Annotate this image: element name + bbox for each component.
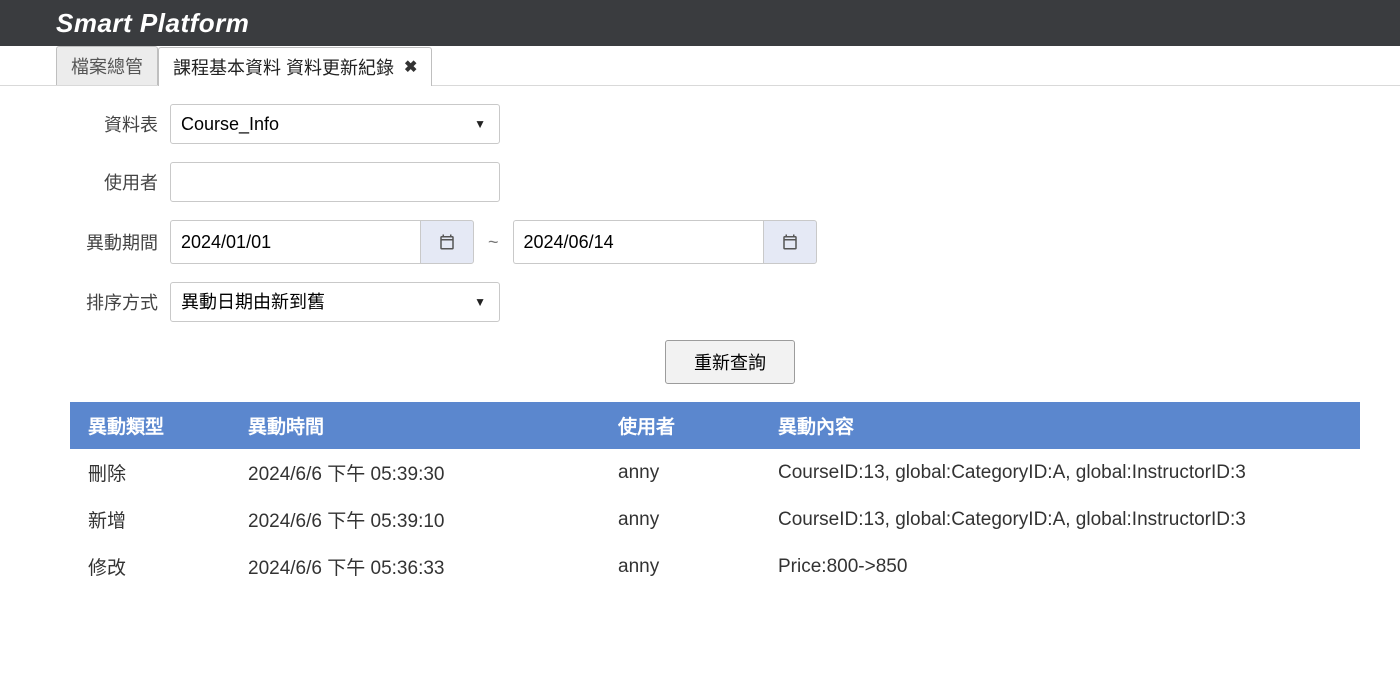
cell-user: anny (600, 449, 760, 496)
header-bar: Smart Platform (0, 0, 1400, 46)
date-to-picker-button[interactable] (763, 220, 817, 264)
select-table[interactable]: Course_Info (170, 104, 500, 144)
select-sort[interactable]: 異動日期由新到舊 (170, 282, 500, 322)
filter-form: 資料表 Course_Info 使用者 異動期間 ~ (0, 86, 1400, 384)
date-range: ~ (170, 220, 817, 264)
col-user: 使用者 (600, 402, 760, 449)
tab-course-update-log[interactable]: 課程基本資料 資料更新紀錄 ✖ (158, 47, 432, 86)
label-table: 資料表 (60, 111, 170, 137)
tab-bar: 檔案總管 課程基本資料 資料更新紀錄 ✖ (0, 46, 1400, 86)
col-change-time: 異動時間 (230, 402, 600, 449)
label-user: 使用者 (60, 169, 170, 195)
label-period: 異動期間 (60, 229, 170, 255)
cell-user: anny (600, 543, 760, 590)
tab-label: 檔案總管 (71, 53, 143, 79)
search-button[interactable]: 重新查詢 (665, 340, 795, 384)
date-from-picker-button[interactable] (420, 220, 474, 264)
cell-change-time: 2024/6/6 下午 05:39:30 (230, 449, 600, 496)
calendar-icon (438, 233, 456, 251)
table-row: 新增 2024/6/6 下午 05:39:10 anny CourseID:13… (70, 496, 1360, 543)
table-row: 修改 2024/6/6 下午 05:36:33 anny Price:800->… (70, 543, 1360, 590)
tab-label: 課程基本資料 資料更新紀錄 (173, 54, 394, 80)
calendar-icon (781, 233, 799, 251)
cell-change-type: 刪除 (70, 449, 230, 496)
table-row: 刪除 2024/6/6 下午 05:39:30 anny CourseID:13… (70, 449, 1360, 496)
app-title: Smart Platform (56, 8, 249, 39)
cell-user: anny (600, 496, 760, 543)
cell-change-content: CourseID:13, global:CategoryID:A, global… (760, 496, 1360, 543)
close-icon[interactable]: ✖ (404, 57, 417, 77)
input-date-to[interactable] (513, 220, 763, 264)
cell-change-time: 2024/6/6 下午 05:39:10 (230, 496, 600, 543)
cell-change-content: CourseID:13, global:CategoryID:A, global… (760, 449, 1360, 496)
label-sort: 排序方式 (60, 289, 170, 315)
cell-change-type: 新增 (70, 496, 230, 543)
date-separator: ~ (488, 232, 499, 253)
results-table: 異動類型 異動時間 使用者 異動內容 刪除 2024/6/6 下午 05:39:… (70, 402, 1360, 590)
cell-change-time: 2024/6/6 下午 05:36:33 (230, 543, 600, 590)
input-date-from[interactable] (170, 220, 420, 264)
cell-change-content: Price:800->850 (760, 543, 1360, 590)
col-change-type: 異動類型 (70, 402, 230, 449)
cell-change-type: 修改 (70, 543, 230, 590)
input-user[interactable] (170, 162, 500, 202)
col-change-content: 異動內容 (760, 402, 1360, 449)
tab-file-explorer[interactable]: 檔案總管 (56, 46, 158, 85)
table-header-row: 異動類型 異動時間 使用者 異動內容 (70, 402, 1360, 449)
